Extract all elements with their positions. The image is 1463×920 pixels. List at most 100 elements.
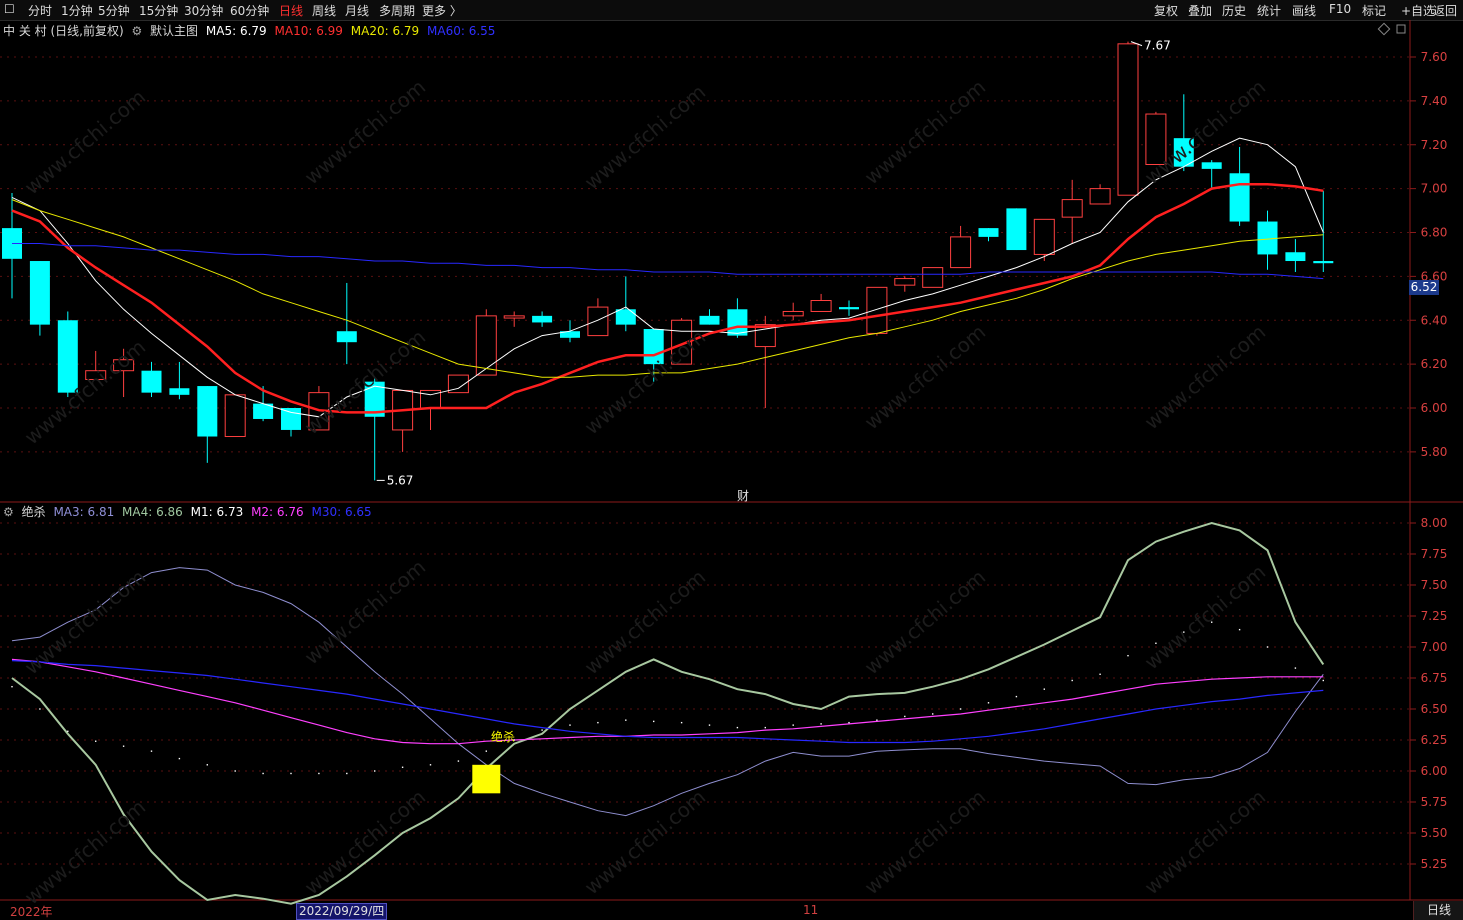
m1-dot [318, 772, 320, 775]
ma3-line [11, 567, 1324, 817]
candle-body [587, 306, 609, 337]
y-tick-label: 5.25 [1421, 857, 1448, 871]
candle-body [1061, 199, 1083, 218]
m1-dot [290, 772, 292, 775]
candle-body [336, 331, 357, 343]
m1-dot [1015, 695, 1018, 698]
m1-dot [904, 715, 906, 718]
ma4-value: MA4: 6.86 [122, 505, 183, 519]
candle-body [1229, 173, 1250, 222]
candle-body [1006, 208, 1027, 251]
ma5-value: MA5: 6.79 [205, 24, 267, 38]
candle-body [1089, 188, 1111, 205]
y-tick-label: 8.00 [1421, 516, 1448, 530]
m1-dot [653, 720, 655, 723]
chart-area: 5.806.006.206.406.606.807.007.207.407.60… [0, 20, 1463, 905]
y-tick-label: 7.60 [1421, 50, 1448, 64]
current-price-tag: 6.52 [1409, 280, 1439, 295]
m1-dot [1238, 628, 1241, 631]
candle-body [1145, 113, 1167, 165]
ma3-value: MA3: 6.81 [53, 505, 115, 519]
candle-body [85, 370, 107, 380]
m1-dot [1127, 654, 1129, 657]
m1-dot [1294, 667, 1297, 669]
candle-body [281, 408, 301, 430]
m1-dot [67, 730, 69, 733]
candle-body [1117, 43, 1139, 196]
m1-dot [597, 721, 599, 724]
candle-body [978, 228, 999, 237]
candle-body [1257, 221, 1278, 255]
diamond-icon [1377, 22, 1391, 36]
y-tick-label: 6.50 [1421, 702, 1448, 716]
m1-dot [541, 729, 543, 731]
candle-body [643, 329, 664, 365]
y-tick-label: 6.00 [1421, 764, 1448, 778]
candle-body [810, 300, 832, 312]
candle-body [475, 315, 497, 376]
candle-body [197, 386, 218, 437]
candle-body [699, 315, 720, 325]
candle-body [1285, 252, 1306, 262]
m1-dot [39, 708, 41, 710]
y-tick-label: 5.80 [1421, 445, 1448, 459]
m1-dot [234, 770, 236, 772]
y-tick-label: 6.40 [1421, 313, 1448, 327]
candle-body [503, 315, 525, 319]
m1-dot [680, 721, 683, 724]
m1-dot [792, 724, 794, 726]
signal-label: 绝杀 [491, 730, 516, 744]
m1-dot [569, 724, 571, 726]
sub-settings-icon[interactable]: ⚙ [3, 505, 14, 519]
m2-value: M2: 6.76 [251, 505, 304, 519]
m1-dot [1043, 688, 1045, 690]
y-tick-label: 7.00 [1421, 640, 1448, 654]
y-tick-label: 7.40 [1421, 94, 1448, 108]
maximize-icon [1396, 24, 1406, 34]
candle-body [950, 236, 972, 269]
m1-value: M1: 6.73 [190, 505, 244, 519]
m1-dot [262, 772, 264, 775]
y-tick-label: 6.20 [1421, 357, 1448, 371]
y-tick-label: 6.80 [1421, 226, 1448, 240]
indicator-settings-icon[interactable]: ⚙ [131, 24, 142, 38]
m1-dot [1155, 642, 1157, 644]
m1-dot [708, 724, 711, 726]
m1-dot [987, 702, 990, 704]
m1-dot [932, 713, 934, 715]
y-tick-label: 7.20 [1421, 138, 1448, 152]
low-price-label: 5.67 [387, 473, 414, 487]
m1-dot [429, 764, 432, 766]
y-tick-label: 5.50 [1421, 826, 1448, 840]
m1-dot [122, 745, 125, 747]
m1-dot [1211, 621, 1213, 623]
m2-line [11, 658, 1324, 745]
candle-body [532, 315, 553, 323]
main-indicator-name[interactable]: 默认主图 [150, 24, 198, 38]
candle-body [727, 309, 748, 336]
candle-body [839, 307, 859, 310]
m1-dot [764, 726, 766, 729]
high-price-label: 7.67 [1144, 39, 1171, 53]
period-indicator[interactable]: 日线 [1413, 901, 1463, 920]
m1-dot [1322, 679, 1324, 682]
y-tick-label: 7.00 [1421, 182, 1448, 196]
m1-dot [178, 757, 181, 760]
candle-body [866, 286, 888, 334]
m1-dot [11, 685, 13, 688]
m1-dot [150, 750, 153, 752]
y-tick-label: 7.75 [1421, 547, 1448, 561]
candle-body [922, 267, 944, 288]
y-tick-label: 6.75 [1421, 671, 1448, 685]
m30-line [11, 660, 1324, 744]
financial-report-marker[interactable]: 财 [737, 487, 749, 504]
y-tick-label: 7.50 [1421, 578, 1448, 592]
sub-indicator-name[interactable]: 绝杀 [22, 505, 46, 519]
m1-dot [457, 760, 460, 762]
candle-body [141, 370, 162, 393]
candle-body [1201, 162, 1222, 169]
candle-body [1033, 218, 1055, 255]
m1-dot [1099, 673, 1101, 675]
m1-dot [346, 772, 348, 775]
m1-dot [820, 723, 822, 725]
